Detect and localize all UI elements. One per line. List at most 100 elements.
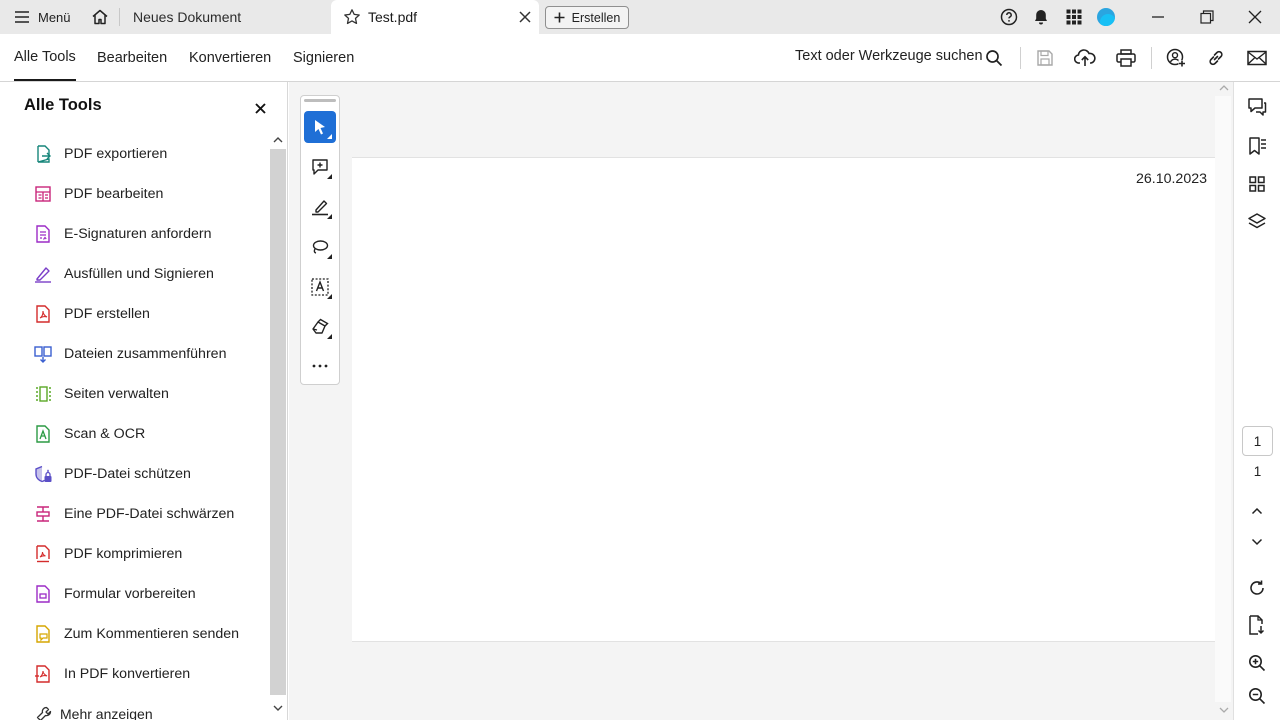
hamburger-icon — [14, 10, 30, 24]
avatar[interactable] — [1097, 8, 1115, 26]
tool-label: Formular vorbereiten — [64, 586, 196, 602]
tab-signieren[interactable]: Signieren — [293, 34, 354, 81]
scroll-up-icon[interactable] — [272, 134, 284, 146]
tool-item-e-signaturen-anfordern[interactable]: E-Signaturen anfordern — [0, 214, 270, 254]
create-button[interactable]: Erstellen — [545, 6, 629, 29]
menu-button[interactable]: Menü — [8, 4, 77, 30]
show-more-link[interactable]: Mehr anzeigen — [36, 706, 153, 720]
tab-test-pdf[interactable]: Test.pdf — [331, 0, 539, 34]
tool-item-scan-ocr[interactable]: Scan & OCR — [0, 414, 270, 454]
tool-label: PDF-Datei schützen — [64, 466, 191, 482]
layers-icon[interactable] — [1246, 211, 1268, 233]
more-tools-button[interactable] — [304, 350, 336, 382]
toolbar-separator — [1151, 47, 1152, 69]
tool-label: Scan & OCR — [64, 426, 146, 442]
close-tab-icon[interactable] — [518, 10, 532, 24]
combine-files-icon — [34, 345, 52, 363]
scrollbar-thumb[interactable] — [270, 149, 286, 695]
home-icon — [91, 8, 109, 26]
compress-pdf-icon — [34, 545, 52, 563]
all-tools-panel: Alle Tools PDF exportieren PDF bearbeite… — [0, 82, 288, 720]
panel-title: Alle Tools — [24, 96, 102, 114]
tool-label: Seiten verwalten — [64, 386, 169, 402]
previous-page-icon[interactable] — [1246, 500, 1268, 522]
request-esign-icon — [34, 225, 52, 243]
minimize-icon[interactable] — [1146, 5, 1170, 29]
page-date-text: 26.10.2023 — [1135, 171, 1207, 187]
tool-item-formular-vorbereiten[interactable]: Formular vorbereiten — [0, 574, 270, 614]
sign-tool-button[interactable] — [304, 311, 336, 343]
drag-handle[interactable] — [304, 99, 336, 102]
close-window-icon[interactable] — [1243, 5, 1267, 29]
tab-neues-dokument[interactable]: Neues Dokument — [120, 0, 325, 34]
tool-item-pdf-erstellen[interactable]: PDF erstellen — [0, 294, 270, 334]
tool-item-pdf-exportieren[interactable]: PDF exportieren — [0, 134, 270, 174]
tab-label: Test.pdf — [368, 9, 418, 25]
tool-item-dateien-zusammenfuehren[interactable]: Dateien zusammenführen — [0, 334, 270, 374]
tool-label: In PDF konvertieren — [64, 666, 191, 682]
tool-item-pdf-bearbeiten[interactable]: PDF bearbeiten — [0, 174, 270, 214]
search-icon[interactable] — [983, 47, 1005, 69]
create-pdf-icon — [34, 305, 52, 323]
tools-scrollbar[interactable] — [270, 132, 286, 720]
scan-ocr-icon — [34, 425, 52, 443]
link-icon[interactable] — [1205, 47, 1227, 69]
tab-konvertieren[interactable]: Konvertieren — [189, 34, 271, 81]
scroll-down-icon[interactable] — [1218, 704, 1230, 716]
create-label: Erstellen — [571, 10, 621, 25]
tab-bearbeiten[interactable]: Bearbeiten — [97, 34, 167, 81]
cursor-icon — [312, 119, 328, 135]
tool-item-seiten-verwalten[interactable]: Seiten verwalten — [0, 374, 270, 414]
bookmarks-icon[interactable] — [1246, 135, 1268, 157]
rotate-icon[interactable] — [1246, 577, 1268, 599]
scroll-down-icon[interactable] — [272, 702, 284, 714]
zoom-out-icon[interactable] — [1246, 685, 1268, 707]
scroll-up-icon[interactable] — [1218, 82, 1230, 94]
page-fit-icon[interactable] — [1246, 614, 1268, 636]
print-icon[interactable] — [1115, 47, 1137, 69]
search-tools-label[interactable]: Text oder Werkzeuge suchen — [795, 48, 983, 64]
email-icon[interactable] — [1246, 47, 1268, 69]
plus-icon — [554, 12, 565, 23]
tool-label: PDF bearbeiten — [64, 186, 164, 202]
tool-item-in-pdf-konvertieren[interactable]: In PDF konvertieren — [0, 654, 270, 694]
zoom-in-icon[interactable] — [1246, 652, 1268, 674]
cloud-upload-icon[interactable] — [1074, 47, 1096, 69]
draw-tool-button[interactable] — [304, 231, 336, 263]
restore-icon[interactable] — [1195, 5, 1219, 29]
home-button[interactable] — [86, 4, 114, 30]
tool-item-pdf-komprimieren[interactable]: PDF komprimieren — [0, 534, 270, 574]
next-page-icon[interactable] — [1246, 531, 1268, 553]
save-icon[interactable] — [1034, 47, 1056, 69]
comment-tool-button[interactable] — [304, 151, 336, 183]
tool-item-pdf-datei-schuetzen[interactable]: PDF-Datei schützen — [0, 454, 270, 494]
tool-item-pdf-schwaerzen[interactable]: Eine PDF-Datei schwärzen — [0, 494, 270, 534]
right-rail: 1 1 — [1233, 82, 1280, 720]
document-scrollbar[interactable] — [1215, 96, 1231, 702]
share-user-icon[interactable] — [1165, 47, 1187, 69]
select-tool-button[interactable] — [304, 111, 336, 143]
convert-pdf-icon — [34, 665, 52, 683]
organize-pages-icon — [34, 385, 52, 403]
apps-grid-icon[interactable] — [1064, 7, 1084, 27]
tab-alle-tools[interactable]: Alle Tools — [14, 34, 76, 81]
wrench-icon — [36, 706, 52, 720]
tool-item-zum-kommentieren-senden[interactable]: Zum Kommentieren senden — [0, 614, 270, 654]
tool-item-ausfuellen-signieren[interactable]: Ausfüllen und Signieren — [0, 254, 270, 294]
pdf-page[interactable]: 26.10.2023 — [352, 157, 1215, 642]
comments-panel-icon[interactable] — [1246, 96, 1268, 118]
menu-label: Menü — [38, 9, 71, 25]
thumbnails-icon[interactable] — [1246, 173, 1268, 195]
bell-icon[interactable] — [1031, 7, 1051, 27]
document-viewer: 26.10.2023 — [289, 82, 1233, 720]
star-icon[interactable] — [343, 8, 361, 26]
export-pdf-icon — [34, 145, 52, 163]
more-horizontal-icon — [312, 364, 328, 368]
current-page-input[interactable]: 1 — [1242, 426, 1273, 456]
close-icon[interactable] — [252, 100, 268, 116]
prepare-form-icon — [34, 585, 52, 603]
send-comments-icon — [34, 625, 52, 643]
text-tool-button[interactable] — [304, 271, 336, 303]
highlight-tool-button[interactable] — [304, 191, 336, 223]
help-icon[interactable] — [999, 7, 1019, 27]
